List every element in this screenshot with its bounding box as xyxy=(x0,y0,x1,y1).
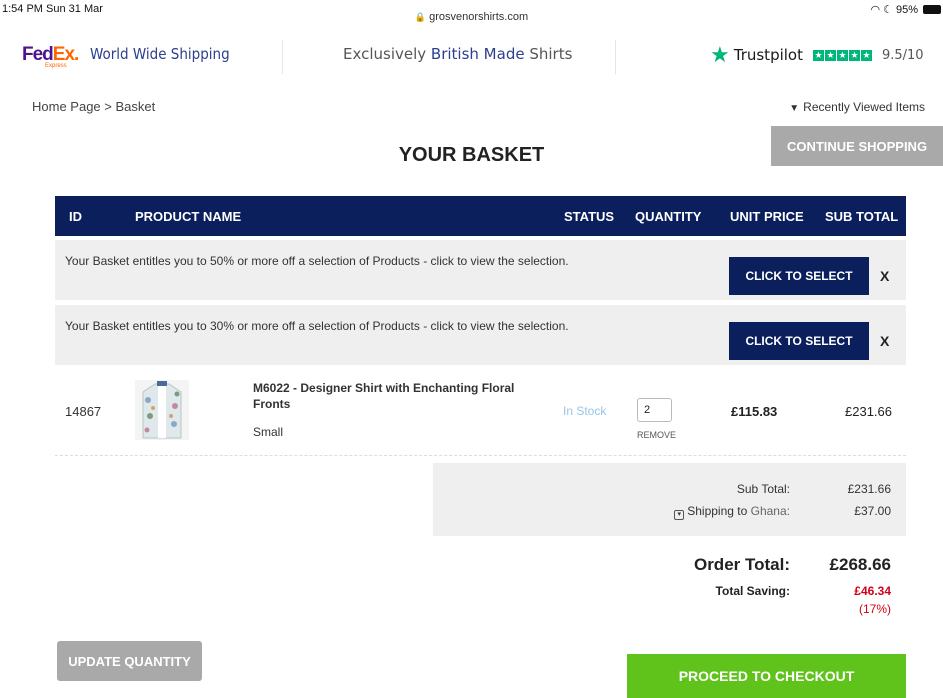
status-right: ◠ ☾ 95% xyxy=(870,3,941,16)
total-saving-percent: (17%) xyxy=(858,602,891,616)
totals-box: Sub Total: £231.66 ▾ Shipping to Ghana: £… xyxy=(433,463,906,536)
rating-stars-icon: ★ ★ ★ ★ ★ xyxy=(812,49,872,61)
remove-link[interactable]: REMOVE xyxy=(637,430,676,440)
lock-icon: 🔒 xyxy=(414,12,427,22)
update-quantity-button[interactable]: UPDATE QUANTITY xyxy=(57,641,202,681)
basket-table-header: ID PRODUCT NAME STATUS QUANTITY UNIT PRI… xyxy=(55,196,906,236)
battery-icon xyxy=(923,5,941,14)
continue-shopping-button[interactable]: CONTINUE SHOPPING xyxy=(771,126,943,166)
close-icon[interactable]: X xyxy=(880,333,889,349)
quantity-input[interactable] xyxy=(637,398,672,422)
promo-banner-50: Your Basket entitles you to 50% or more … xyxy=(55,240,906,300)
trustpilot-rating[interactable]: ★ Trustpilot ★ ★ ★ ★ ★ 9.5/10 xyxy=(710,42,924,68)
product-thumbnail[interactable] xyxy=(133,378,191,442)
table-row: 14867 M6022 - Designer Shirt with Enchan… xyxy=(55,370,906,456)
promo-text[interactable]: Your Basket entitles you to 30% or more … xyxy=(65,319,569,333)
shipping-value: £37.00 xyxy=(854,504,891,518)
click-to-select-button[interactable]: CLICK TO SELECT xyxy=(729,322,869,360)
stock-status: In Stock xyxy=(563,404,607,418)
moon-icon: ☾ xyxy=(883,4,893,16)
order-total-value: £268.66 xyxy=(829,555,891,574)
recently-viewed-toggle[interactable]: ▼ Recently Viewed Items xyxy=(789,100,925,114)
col-unit-price: UNIT PRICE xyxy=(730,209,804,224)
battery-percent: 95% xyxy=(895,3,918,16)
click-to-select-button[interactable]: CLICK TO SELECT xyxy=(729,257,869,295)
chevron-down-icon[interactable]: ▾ xyxy=(674,510,685,520)
exclusive-british-made: Exclusively British Made Shirts xyxy=(343,45,573,63)
divider xyxy=(615,40,616,74)
col-status: STATUS xyxy=(564,209,615,224)
col-quantity: QUANTITY xyxy=(635,209,702,224)
col-sub-total: SUB TOTAL xyxy=(825,209,899,224)
trustpilot-star-icon: ★ xyxy=(710,42,730,67)
unit-price: £115.83 xyxy=(731,404,778,419)
ios-status-bar: 1:54 PM Sun 31 Mar 🔒 grosvenorshirts.com … xyxy=(0,0,943,23)
world-wide-shipping: World Wide Shipping xyxy=(90,45,230,63)
chevron-down-icon: ▼ xyxy=(789,103,800,114)
top-info-strip: FedEx. Express World Wide Shipping Exclu… xyxy=(0,36,943,76)
product-size: Small xyxy=(253,425,284,439)
col-id: ID xyxy=(69,209,82,224)
sub-total-value: £231.66 xyxy=(847,482,891,496)
order-total-label: Order Total: xyxy=(693,555,790,574)
promo-text[interactable]: Your Basket entitles you to 50% or more … xyxy=(65,254,569,268)
url-text: grosvenorshirts.com xyxy=(429,11,529,23)
total-saving-value: £46.34 xyxy=(854,584,891,598)
promo-banner-30: Your Basket entitles you to 30% or more … xyxy=(55,305,906,365)
item-id: 14867 xyxy=(65,404,102,419)
breadcrumb[interactable]: Home Page > Basket xyxy=(32,99,155,114)
col-product-name: PRODUCT NAME xyxy=(135,209,242,224)
proceed-to-checkout-button[interactable]: PROCEED TO CHECKOUT xyxy=(627,654,906,698)
fedex-sub-logo: Express xyxy=(45,63,67,69)
row-sub-total: £231.66 xyxy=(845,404,892,419)
shipping-selector[interactable]: ▾ Shipping to Ghana: xyxy=(674,504,790,520)
total-saving-label: Total Saving: xyxy=(715,584,790,598)
sub-total-label: Sub Total: xyxy=(736,482,790,496)
trust-score: 9.5/10 xyxy=(881,47,924,63)
wifi-icon: ◠ xyxy=(870,4,881,16)
divider xyxy=(282,40,283,74)
trustpilot-label: Trustpilot xyxy=(733,46,803,64)
product-name[interactable]: M6022 - Designer Shirt with Enchanting F… xyxy=(253,380,533,412)
address-url[interactable]: 🔒 grosvenorshirts.com xyxy=(0,11,943,23)
close-icon[interactable]: X xyxy=(880,268,889,284)
